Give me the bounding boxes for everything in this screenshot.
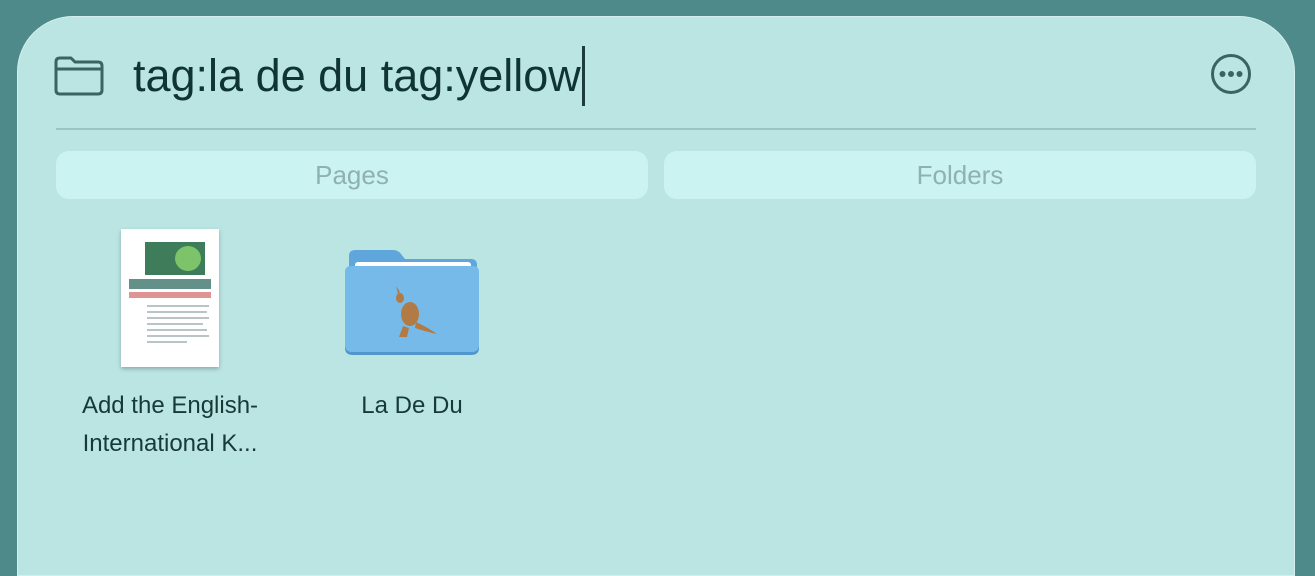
result-label-line1: Add the English- bbox=[81, 392, 259, 419]
search-query: tag:la de du tag:yellow bbox=[133, 50, 581, 101]
search-panel: tag:la de du tag:yellow Pages Folders Ad… bbox=[17, 16, 1295, 576]
result-item-folder[interactable]: La De Du bbox=[287, 226, 537, 424]
document-thumbnail bbox=[121, 229, 219, 367]
result-item-page[interactable]: Add the English- International K... bbox=[45, 226, 295, 462]
more-options-button[interactable] bbox=[1209, 52, 1253, 96]
folder-button[interactable] bbox=[53, 54, 105, 96]
result-label: La De Du bbox=[361, 392, 463, 419]
text-caret bbox=[581, 46, 585, 106]
result-label-line2: International K... bbox=[82, 430, 258, 457]
folder-outline-icon bbox=[54, 56, 104, 96]
tab-folders[interactable]: Folders bbox=[664, 151, 1256, 199]
search-input[interactable]: tag:la de du tag:yellow bbox=[133, 46, 1133, 106]
ellipsis-circle-icon bbox=[1211, 54, 1251, 94]
tab-pages[interactable]: Pages bbox=[56, 151, 648, 199]
divider bbox=[56, 128, 1256, 130]
kangaroo-folder-icon bbox=[345, 250, 479, 355]
